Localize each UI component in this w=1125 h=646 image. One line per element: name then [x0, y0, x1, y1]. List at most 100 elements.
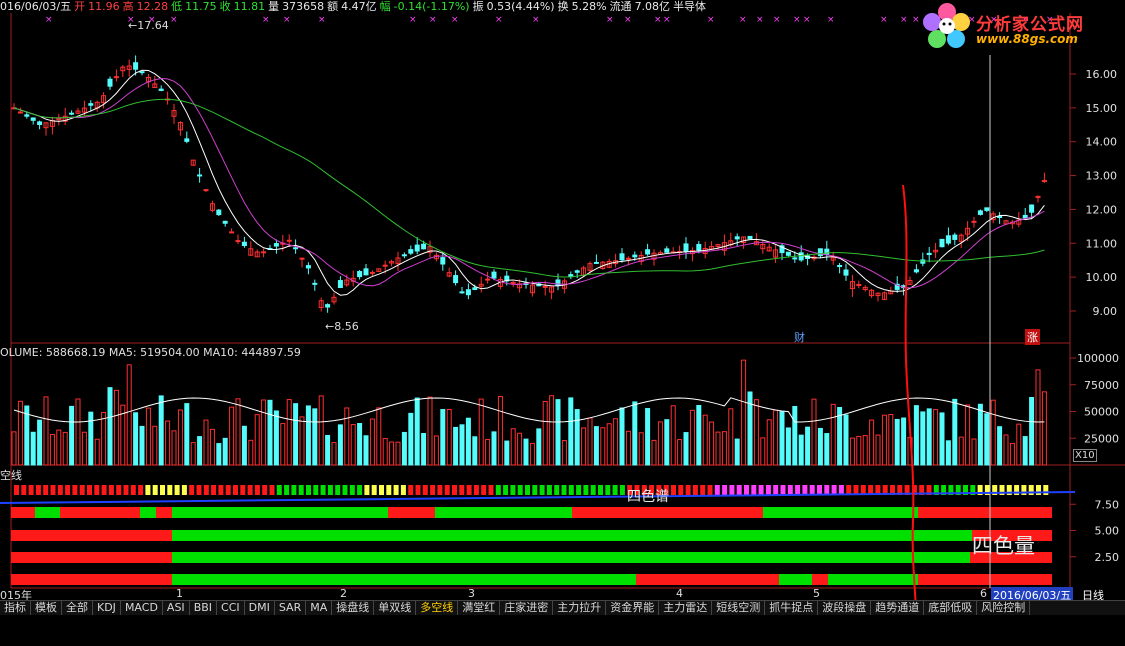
x-label-5: 5 — [813, 587, 820, 600]
volume-bar — [382, 438, 388, 466]
spectrum-cell — [802, 485, 808, 495]
site-logo: 分析家公式网 www.88gs.com — [920, 2, 1125, 52]
volume-bar — [1041, 391, 1047, 466]
tab-11[interactable]: 操盘线 — [332, 601, 375, 615]
badge-zhang[interactable]: 涨 — [1025, 329, 1040, 345]
volume-bar — [715, 431, 721, 466]
spectrum-cell — [473, 485, 479, 495]
volume-bar — [997, 426, 1003, 466]
badge-cai[interactable]: 财 — [794, 329, 805, 345]
x-label-3: 3 — [468, 587, 475, 600]
spectrum-cell — [57, 485, 63, 495]
tab-3[interactable]: KDJ — [93, 601, 121, 615]
tab-0[interactable]: 指标 — [0, 601, 31, 615]
spectrum-cell — [101, 485, 107, 495]
tab-19[interactable]: 短线空测 — [712, 601, 766, 615]
spectrum-cell — [138, 485, 144, 495]
candle-body — [299, 257, 305, 260]
tab-21[interactable]: 波段操盘 — [818, 601, 872, 615]
spectrum-cell — [510, 485, 516, 495]
volume-bar — [267, 399, 273, 466]
tab-17[interactable]: 资金界能 — [606, 601, 660, 615]
tab-7[interactable]: CCI — [217, 601, 245, 615]
candle-body — [305, 265, 311, 269]
candle-body — [913, 269, 919, 273]
spectrum-cell — [422, 485, 428, 495]
candle-body — [184, 138, 190, 142]
tab-1[interactable]: 模板 — [31, 601, 62, 615]
tab-23[interactable]: 底部低吸 — [924, 601, 978, 615]
float-value: 7.08亿 — [634, 0, 671, 13]
volume-bar — [209, 428, 215, 466]
tab-24[interactable]: 风险控制 — [977, 601, 1031, 615]
event-marker: × — [773, 15, 781, 25]
candle-body — [485, 278, 491, 281]
tab-5[interactable]: ASI — [163, 601, 190, 615]
volume-bar — [273, 410, 279, 466]
spectrum-cell — [751, 485, 757, 495]
candle-body — [357, 271, 363, 278]
candle-body — [69, 112, 75, 115]
volume-bar — [523, 438, 529, 466]
stock-chart[interactable]: 16.0015.0014.0013.0012.0011.0010.009.001… — [0, 0, 1125, 600]
spectrum-cell — [714, 485, 720, 495]
spectrum-cell — [619, 485, 625, 495]
tab-15[interactable]: 庄家进密 — [500, 601, 554, 615]
tab-4[interactable]: MACD — [121, 601, 163, 615]
tab-20[interactable]: 抓牛捉点 — [765, 601, 819, 615]
tab-14[interactable]: 满堂红 — [458, 601, 501, 615]
tab-2[interactable]: 全部 — [62, 601, 93, 615]
volume-bar — [843, 414, 849, 466]
indicator-panel-title: 空线 — [0, 469, 22, 482]
candle-body — [88, 103, 94, 106]
spectrum-cell — [532, 485, 538, 495]
candle-body — [593, 261, 599, 264]
volume-bar — [766, 419, 772, 466]
volume-bar — [536, 428, 542, 466]
volume-bar — [894, 418, 900, 466]
volume-strip-segment — [35, 507, 60, 518]
volume-bar — [331, 442, 337, 466]
volume-strip-segment — [779, 574, 812, 585]
spectrum-cell — [247, 485, 253, 495]
spectrum-cell — [809, 485, 815, 495]
event-marker: × — [803, 15, 811, 25]
candle-body — [837, 265, 843, 268]
volume-bar — [881, 414, 887, 466]
spectrum-cell — [736, 485, 742, 495]
spectrum-cell — [576, 485, 582, 495]
volume-tick-label: 50000 — [1084, 406, 1119, 419]
candle-body — [453, 275, 459, 284]
tab-8[interactable]: DMI — [245, 601, 275, 615]
tab-6[interactable]: BBI — [190, 601, 218, 615]
spectrum-cell — [700, 485, 706, 495]
amount-value: 4.47亿 — [341, 0, 377, 13]
spectrum-cell — [386, 485, 392, 495]
high-value: 12.28 — [136, 0, 169, 13]
volume-bar — [152, 425, 158, 466]
candle-body — [408, 249, 414, 254]
event-marker: × — [318, 15, 326, 25]
volume-bar — [248, 439, 254, 466]
volume-bar — [971, 438, 977, 466]
tab-18[interactable]: 主力雷达 — [659, 601, 713, 615]
candle-body — [747, 235, 753, 240]
tab-16[interactable]: 主力拉升 — [553, 601, 607, 615]
tab-22[interactable]: 趋势通道 — [871, 601, 925, 615]
tab-10[interactable]: MA — [306, 601, 333, 615]
tab-13[interactable]: 多空线 — [416, 601, 459, 615]
volume-bar — [945, 440, 951, 466]
volume-bar — [113, 389, 119, 466]
spectrum-cell — [787, 485, 793, 495]
volume-bar — [190, 442, 196, 466]
volume-strip-segment — [435, 507, 572, 518]
spectrum-cell — [262, 485, 268, 495]
volume-bar — [197, 436, 203, 466]
spectrum-cell — [415, 485, 421, 495]
tab-12[interactable]: 单双线 — [374, 601, 417, 615]
volume-bar — [677, 439, 683, 466]
volume-unit: X10 — [1073, 449, 1097, 462]
spectrum-cell — [349, 485, 355, 495]
tab-9[interactable]: SAR — [275, 601, 307, 615]
candle-body — [382, 264, 388, 267]
